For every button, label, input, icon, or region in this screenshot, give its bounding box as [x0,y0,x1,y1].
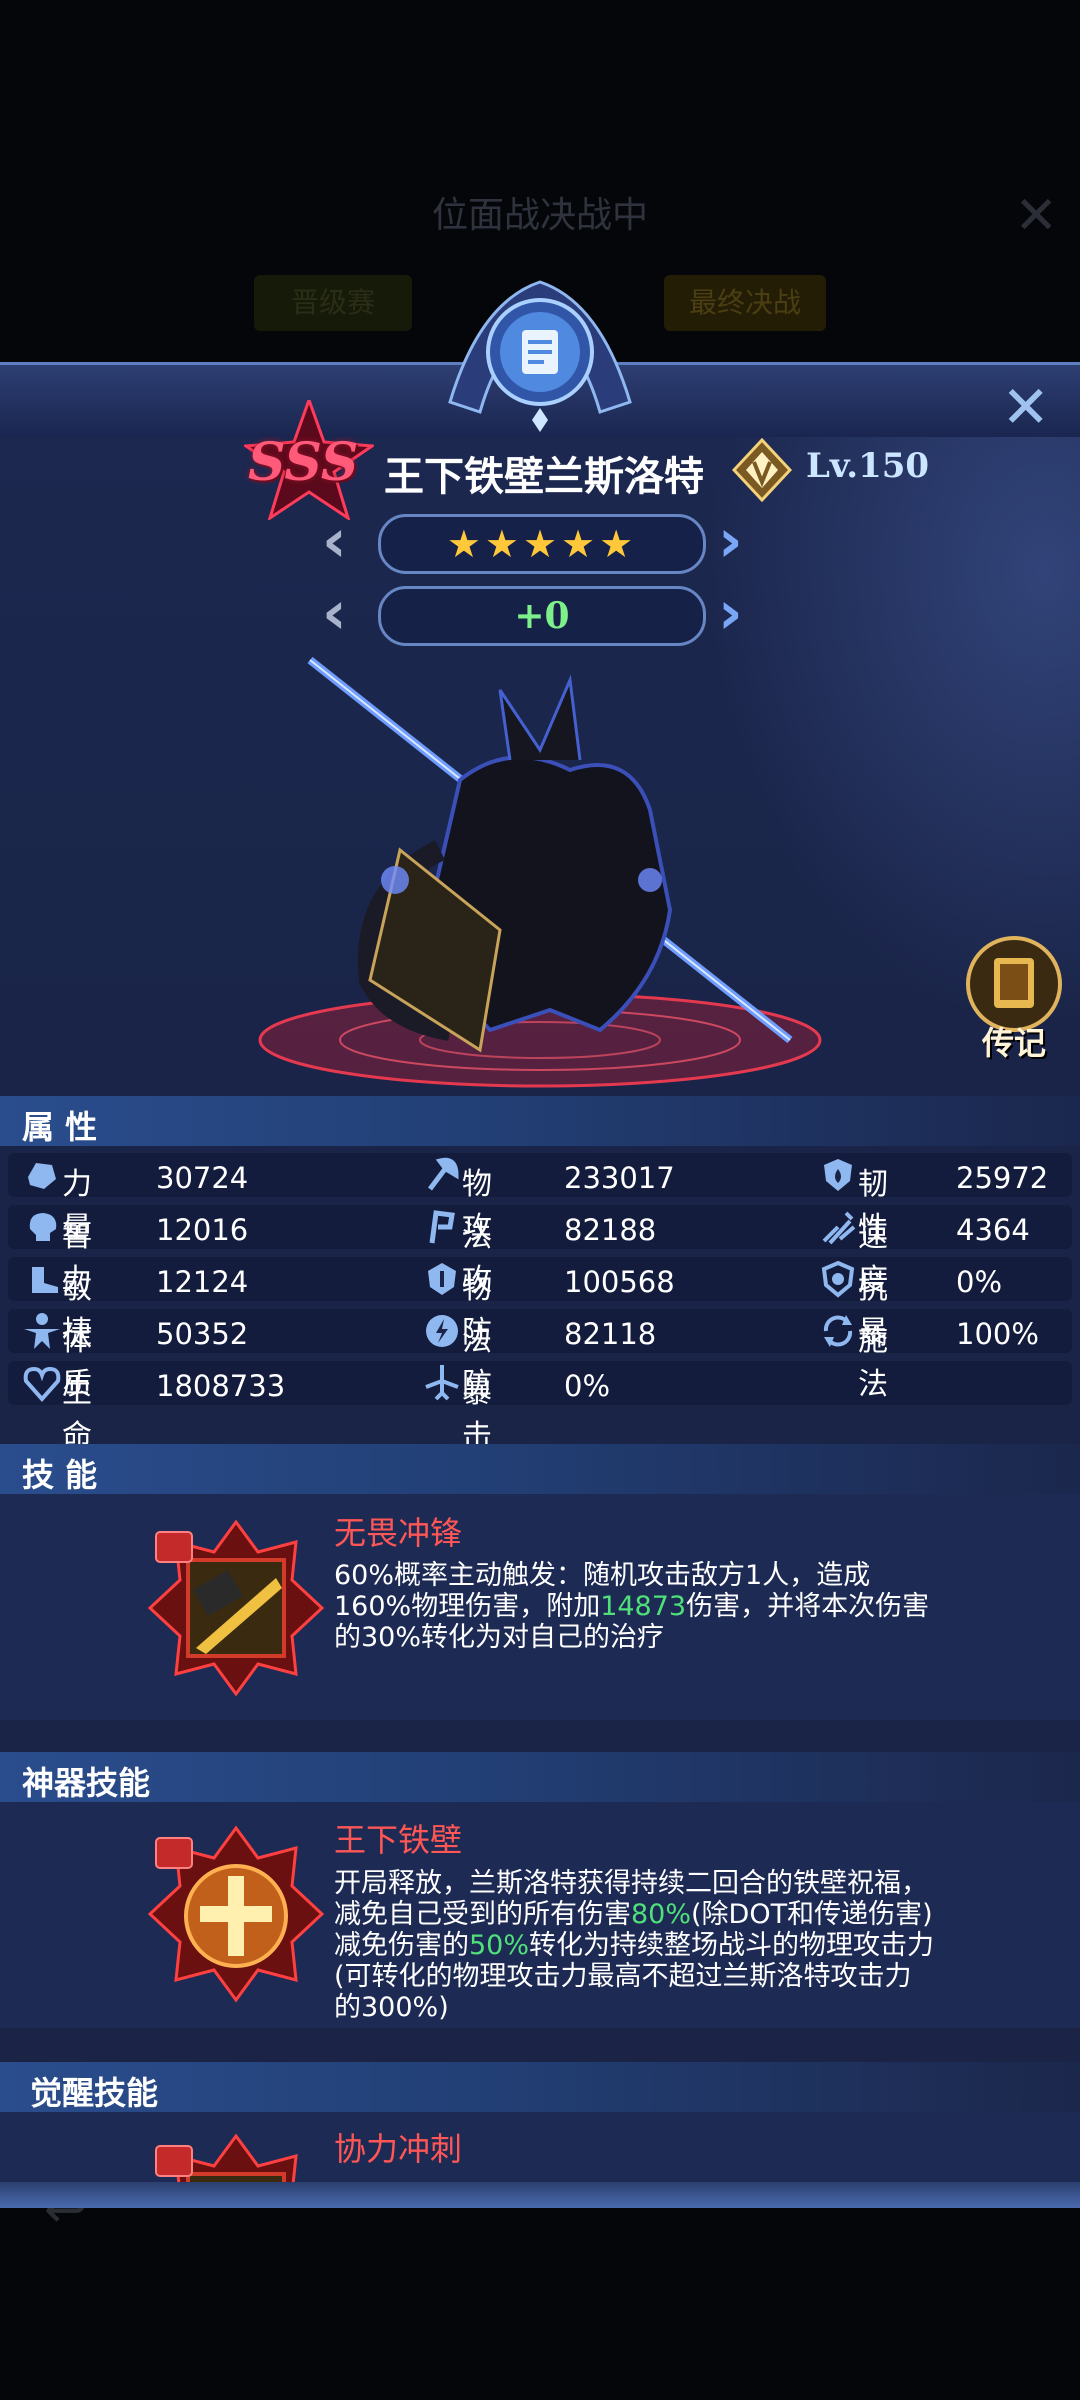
enhance-prev-button[interactable]: ‹ [322,583,347,643]
holy-cross-icon[interactable] [146,1824,326,2004]
stat-value: 1808733 [156,1369,286,1403]
stat-value: 25972 [956,1161,1049,1195]
dash-boot-icon [32,1267,58,1293]
axe-icon [428,1157,459,1191]
stat-value: 82118 [564,1317,657,1351]
artifact-skill-title: 神器技能 [22,1764,151,1802]
stat-value: 0% [564,1369,611,1403]
star-selector: ★★★★★ [378,514,706,574]
background-tab-qualifier: 晋级赛 [254,275,412,331]
awaken-skill-card: 协力冲刺 [0,2112,1080,2182]
skills-title: 技 能 [22,1456,98,1494]
background-title: 位面战决战中 [431,195,648,236]
fist-icon [28,1163,56,1189]
background-close-icon: ✕ [1014,186,1058,246]
charge-hammer-icon[interactable] [146,1518,326,1698]
cycle-arrows-icon [823,1315,853,1347]
body-icon [24,1313,60,1349]
crest-shield-icon [821,1260,855,1298]
stat-value: 4364 [956,1213,1030,1247]
hero-name: 王下铁壁兰斯洛特 [384,453,704,500]
star-prev-button[interactable]: ‹ [322,511,347,571]
rank-badge: SSS [248,432,359,493]
stat-value: 82188 [564,1213,657,1247]
awaken-skill-title: 觉醒技能 [30,2074,159,2112]
close-button[interactable]: ✕ [1001,378,1050,436]
biography-label[interactable]: 传记 [982,1018,1046,1064]
skill-description: 60%概率主动触发：随机攻击敌方1人，造成160%物理伤害，附加14873伤害，… [334,1560,930,1653]
artifact-skill-name: 王下铁壁 [334,1821,463,1859]
attributes-title: 属 性 [22,1108,98,1146]
awaken-skill-header: 觉醒技能 [0,2062,1080,2112]
heart-face-icon [23,1366,61,1403]
tier-diamond-icon [732,438,792,502]
document-crest-icon [448,280,632,432]
staff-icon [429,1210,455,1244]
stat-value: 0% [956,1265,1003,1299]
attributes-header: 属 性 [0,1096,1080,1146]
background-tab-final: 最终决战 [664,275,826,331]
hero-level: Lv.150 [806,446,930,486]
wind-boot-icon [822,1211,856,1245]
lightning-shield-icon [426,1315,458,1347]
stat-value: 100% [956,1317,1039,1351]
artifact-skill-description: 开局释放，兰斯洛特获得持续二回合的铁壁祝福，减免自己受到的所有伤害80%(除DO… [334,1868,935,2023]
stat-value: 12124 [156,1265,249,1299]
stat-label: 施法 [858,1323,888,1402]
skill-name: 无畏冲锋 [334,1514,463,1552]
stat-value: 12016 [156,1213,249,1247]
brain-head-icon [29,1213,57,1241]
skills-header: 技 能 [0,1444,1080,1494]
shield-drop-icon [824,1159,852,1191]
sword-wings-icon [425,1365,459,1401]
stat-value: 30724 [156,1161,249,1195]
stat-label: 生命 [62,1375,92,1454]
stat-label: 暴击 [462,1375,492,1454]
panel-bottom-edge [0,2182,1080,2208]
stat-value: 50352 [156,1317,249,1351]
star-next-button[interactable]: › [718,511,743,571]
awaken-skill-name: 协力冲刺 [334,2130,463,2168]
hero-artwork [258,656,822,1088]
stat-value: 233017 [564,1161,675,1195]
enhance-selector: +0 [378,586,706,646]
enhance-next-button[interactable]: › [718,583,743,643]
awaken-skill-icon[interactable] [146,2132,326,2182]
artifact-skill-header: 神器技能 [0,1752,1080,1802]
stat-value: 100568 [564,1265,675,1299]
helmet-icon [428,1263,456,1295]
